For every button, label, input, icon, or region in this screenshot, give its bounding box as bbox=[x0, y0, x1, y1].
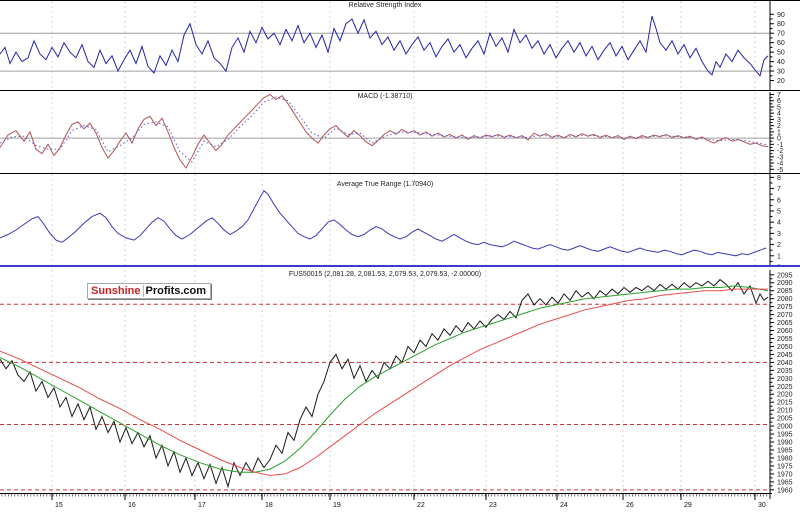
svg-text:2075: 2075 bbox=[777, 304, 793, 311]
svg-text:2060: 2060 bbox=[777, 328, 793, 335]
svg-text:24: 24 bbox=[560, 502, 568, 509]
svg-text:2085: 2085 bbox=[777, 288, 793, 295]
svg-text:8: 8 bbox=[777, 175, 781, 182]
svg-text:2030: 2030 bbox=[777, 376, 793, 383]
svg-text:2090: 2090 bbox=[777, 280, 793, 287]
price-plot[interactable]: 2095209020852080207520702065206020552050… bbox=[0, 270, 800, 493]
svg-text:26: 26 bbox=[626, 502, 634, 509]
svg-text:30: 30 bbox=[777, 69, 785, 76]
svg-text:20: 20 bbox=[777, 78, 785, 85]
svg-text:80: 80 bbox=[777, 21, 785, 28]
logo-sunshine: Sunshine bbox=[91, 285, 144, 297]
svg-text:1980: 1980 bbox=[777, 455, 793, 462]
atr-price-divider[interactable] bbox=[0, 265, 800, 267]
svg-text:2015: 2015 bbox=[777, 400, 793, 407]
svg-text:1995: 1995 bbox=[777, 432, 793, 439]
svg-text:40: 40 bbox=[777, 59, 785, 66]
svg-text:2005: 2005 bbox=[777, 416, 793, 423]
svg-text:1985: 1985 bbox=[777, 447, 793, 454]
svg-text:2045: 2045 bbox=[777, 352, 793, 359]
sunshineprofits-logo: SunshineProfits.com bbox=[87, 283, 211, 299]
svg-text:7: 7 bbox=[777, 186, 781, 193]
svg-text:2070: 2070 bbox=[777, 312, 793, 319]
svg-text:17: 17 bbox=[198, 502, 206, 509]
svg-text:2050: 2050 bbox=[777, 344, 793, 351]
rsi-macd-divider[interactable] bbox=[0, 90, 800, 91]
svg-text:1: 1 bbox=[777, 253, 781, 260]
svg-text:5: 5 bbox=[777, 208, 781, 215]
svg-text:19: 19 bbox=[333, 502, 341, 509]
svg-text:60: 60 bbox=[777, 40, 785, 47]
svg-text:1965: 1965 bbox=[777, 479, 793, 486]
svg-text:6: 6 bbox=[777, 197, 781, 204]
svg-text:50: 50 bbox=[777, 50, 785, 57]
macd-plot[interactable]: 76543210-1-2-3-4-5 bbox=[0, 92, 800, 173]
svg-text:29: 29 bbox=[684, 502, 692, 509]
svg-text:2020: 2020 bbox=[777, 392, 793, 399]
svg-text:1970: 1970 bbox=[777, 471, 793, 478]
svg-text:70: 70 bbox=[777, 31, 785, 38]
macd-atr-divider[interactable] bbox=[0, 173, 800, 174]
chart-window: Relative Strength Index MACD (-1.38710) … bbox=[0, 0, 800, 512]
svg-text:4: 4 bbox=[777, 220, 781, 227]
svg-text:2055: 2055 bbox=[777, 336, 793, 343]
svg-text:23: 23 bbox=[489, 502, 497, 509]
svg-text:3: 3 bbox=[777, 231, 781, 238]
svg-text:18: 18 bbox=[265, 502, 273, 509]
svg-text:22: 22 bbox=[417, 502, 425, 509]
svg-text:2000: 2000 bbox=[777, 424, 793, 431]
rsi-plot[interactable]: 90 80 70 60 50 40 30 20 bbox=[0, 1, 800, 90]
svg-text:16: 16 bbox=[128, 502, 136, 509]
svg-text:2010: 2010 bbox=[777, 408, 793, 415]
svg-text:2065: 2065 bbox=[777, 320, 793, 327]
atr-plot[interactable]: 876543210 bbox=[0, 174, 800, 267]
svg-text:1975: 1975 bbox=[777, 463, 793, 470]
svg-text:2095: 2095 bbox=[777, 272, 793, 279]
svg-text:90: 90 bbox=[777, 12, 785, 19]
svg-text:2035: 2035 bbox=[777, 368, 793, 375]
svg-text:30: 30 bbox=[758, 502, 766, 509]
svg-text:2080: 2080 bbox=[777, 296, 793, 303]
svg-text:1990: 1990 bbox=[777, 440, 793, 447]
svg-text:2025: 2025 bbox=[777, 384, 793, 391]
svg-text:2040: 2040 bbox=[777, 360, 793, 367]
svg-text:2: 2 bbox=[777, 242, 781, 249]
svg-text:15: 15 bbox=[55, 502, 63, 509]
x-axis: 15 16 17 18 19 22 23 24 26 29 30 bbox=[0, 493, 800, 512]
logo-profits: Profits.com bbox=[146, 285, 207, 297]
